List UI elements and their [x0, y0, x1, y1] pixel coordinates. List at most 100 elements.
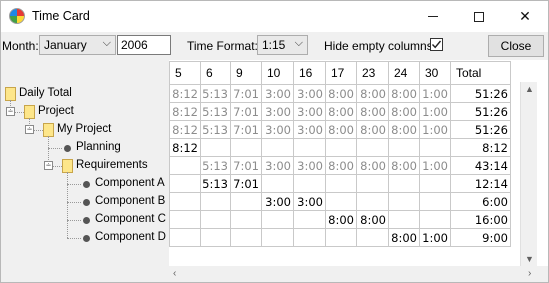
- hours-cell[interactable]: 3:00: [261, 84, 294, 103]
- hours-cell[interactable]: 7:01: [230, 156, 262, 175]
- hours-cell[interactable]: [293, 138, 326, 157]
- hours-cell[interactable]: 1:00: [419, 84, 451, 103]
- hours-cell[interactable]: 3:00: [293, 102, 326, 121]
- table-row[interactable]: 3:00 3:00 6:00: [169, 192, 511, 211]
- hours-cell[interactable]: 7:01: [230, 120, 262, 139]
- close-window-button[interactable]: ✕: [502, 1, 548, 32]
- column-header-day-16[interactable]: 16: [293, 61, 326, 85]
- tree-item[interactable]: − Requirements: [1, 157, 169, 175]
- hours-cell[interactable]: 5:13: [200, 84, 231, 103]
- hours-cell[interactable]: 1:00: [419, 156, 451, 175]
- hours-cell[interactable]: 5:13: [200, 156, 231, 175]
- hours-cell[interactable]: 8:00: [388, 102, 420, 121]
- hours-cell[interactable]: [200, 210, 231, 229]
- table-row[interactable]: 8:12 8:12: [169, 138, 511, 157]
- vertical-scrollbar[interactable]: ▲ ▼: [520, 82, 537, 266]
- hours-cell[interactable]: 8:12: [169, 84, 201, 103]
- hours-cell[interactable]: 3:00: [261, 156, 294, 175]
- column-header-day-24[interactable]: 24: [388, 61, 420, 85]
- hide-empty-checkbox[interactable]: [430, 38, 443, 51]
- hours-cell[interactable]: 8:12: [169, 138, 201, 157]
- hours-cell[interactable]: 7:01: [230, 84, 262, 103]
- hours-cell[interactable]: [169, 192, 201, 211]
- row-total-cell[interactable]: 51:26: [450, 84, 511, 103]
- hours-cell[interactable]: 3:00: [261, 192, 294, 211]
- hours-cell[interactable]: 8:00: [388, 228, 420, 247]
- hours-cell[interactable]: [325, 138, 357, 157]
- hours-cell[interactable]: [230, 228, 262, 247]
- hours-cell[interactable]: 8:00: [388, 84, 420, 103]
- hours-cell[interactable]: 8:00: [388, 156, 420, 175]
- table-row[interactable]: 5:13 7:01 12:14: [169, 174, 511, 193]
- time-format-select[interactable]: 1:15 ⌵: [257, 35, 308, 55]
- hours-cell[interactable]: 3:00: [293, 84, 326, 103]
- column-header-day-9[interactable]: 9: [230, 61, 262, 85]
- hours-cell[interactable]: [325, 174, 357, 193]
- hours-cell[interactable]: 8:00: [325, 102, 357, 121]
- scroll-right-icon[interactable]: ›: [528, 268, 531, 279]
- month-select[interactable]: January ⌵: [39, 35, 116, 55]
- table-row[interactable]: 8:12 5:13 7:01 3:00 3:00 8:00 8:00 8:00 1:00 51:2…: [169, 102, 511, 121]
- hours-cell[interactable]: [419, 138, 451, 157]
- scroll-left-icon[interactable]: ‹: [173, 268, 176, 279]
- hours-cell[interactable]: [419, 174, 451, 193]
- tree-item[interactable]: Component A: [1, 175, 169, 193]
- tree-item[interactable]: Component C: [1, 211, 169, 229]
- hours-cell[interactable]: [169, 156, 201, 175]
- hours-cell[interactable]: [293, 210, 326, 229]
- hours-cell[interactable]: 3:00: [261, 102, 294, 121]
- hours-cell[interactable]: 3:00: [293, 120, 326, 139]
- hours-cell[interactable]: 1:00: [419, 102, 451, 121]
- column-header-day-10[interactable]: 10: [261, 61, 294, 85]
- hours-cell[interactable]: [419, 192, 451, 211]
- year-input[interactable]: 2006: [117, 35, 171, 55]
- hours-cell[interactable]: [388, 210, 420, 229]
- hours-cell[interactable]: 8:12: [169, 102, 201, 121]
- hours-cell[interactable]: [261, 210, 294, 229]
- hours-cell[interactable]: [325, 228, 357, 247]
- scroll-down-icon[interactable]: ▼: [525, 254, 534, 264]
- close-button[interactable]: Close: [488, 35, 544, 57]
- scroll-up-icon[interactable]: ▲: [525, 84, 534, 94]
- table-row[interactable]: 5:13 7:01 3:00 3:00 8:00 8:00 8:00 1:00 43:14: [169, 156, 511, 175]
- hours-cell[interactable]: [200, 138, 231, 157]
- table-row[interactable]: 8:12 5:13 7:01 3:00 3:00 8:00 8:00 8:00 1:00 51:2…: [169, 84, 511, 103]
- row-total-cell[interactable]: 8:12: [450, 138, 511, 157]
- hours-cell[interactable]: 1:00: [419, 228, 451, 247]
- row-total-cell[interactable]: 6:00: [450, 192, 511, 211]
- hours-cell[interactable]: 8:00: [356, 210, 389, 229]
- hours-cell[interactable]: [230, 210, 262, 229]
- row-total-cell[interactable]: 9:00: [450, 228, 511, 247]
- table-row[interactable]: 8:12 5:13 7:01 3:00 3:00 8:00 8:00 8:00 1:00 51:2…: [169, 120, 511, 139]
- column-header-day-6[interactable]: 6: [200, 61, 231, 85]
- hours-cell[interactable]: [356, 138, 389, 157]
- row-total-cell[interactable]: 16:00: [450, 210, 511, 229]
- tree-item[interactable]: − Project: [1, 103, 169, 121]
- column-header-day-30[interactable]: 30: [419, 61, 451, 85]
- hours-cell[interactable]: [356, 174, 389, 193]
- row-total-cell[interactable]: 43:14: [450, 156, 511, 175]
- hours-cell[interactable]: 3:00: [293, 156, 326, 175]
- hours-cell[interactable]: 8:00: [388, 120, 420, 139]
- hours-cell[interactable]: [293, 228, 326, 247]
- hours-cell[interactable]: 8:00: [325, 210, 357, 229]
- hours-cell[interactable]: [261, 138, 294, 157]
- hours-cell[interactable]: 8:00: [356, 102, 389, 121]
- maximize-button[interactable]: [456, 1, 502, 32]
- hours-cell[interactable]: 3:00: [293, 192, 326, 211]
- column-header-day-5[interactable]: 5: [169, 61, 201, 85]
- tree-item[interactable]: Component D: [1, 229, 169, 247]
- hours-cell[interactable]: [200, 228, 231, 247]
- hours-cell[interactable]: [200, 192, 231, 211]
- hours-cell[interactable]: 5:13: [200, 120, 231, 139]
- hours-cell[interactable]: 7:01: [230, 174, 262, 193]
- hours-cell[interactable]: [419, 210, 451, 229]
- table-row[interactable]: 8:00 8:00 16:00: [169, 210, 511, 229]
- row-total-cell[interactable]: 51:26: [450, 120, 511, 139]
- hours-cell[interactable]: [230, 138, 262, 157]
- hours-cell[interactable]: [388, 192, 420, 211]
- tree-item[interactable]: Component B: [1, 193, 169, 211]
- hours-cell[interactable]: [169, 174, 201, 193]
- horizontal-scrollbar[interactable]: ‹ ›: [1, 266, 548, 282]
- hours-cell[interactable]: 8:12: [169, 120, 201, 139]
